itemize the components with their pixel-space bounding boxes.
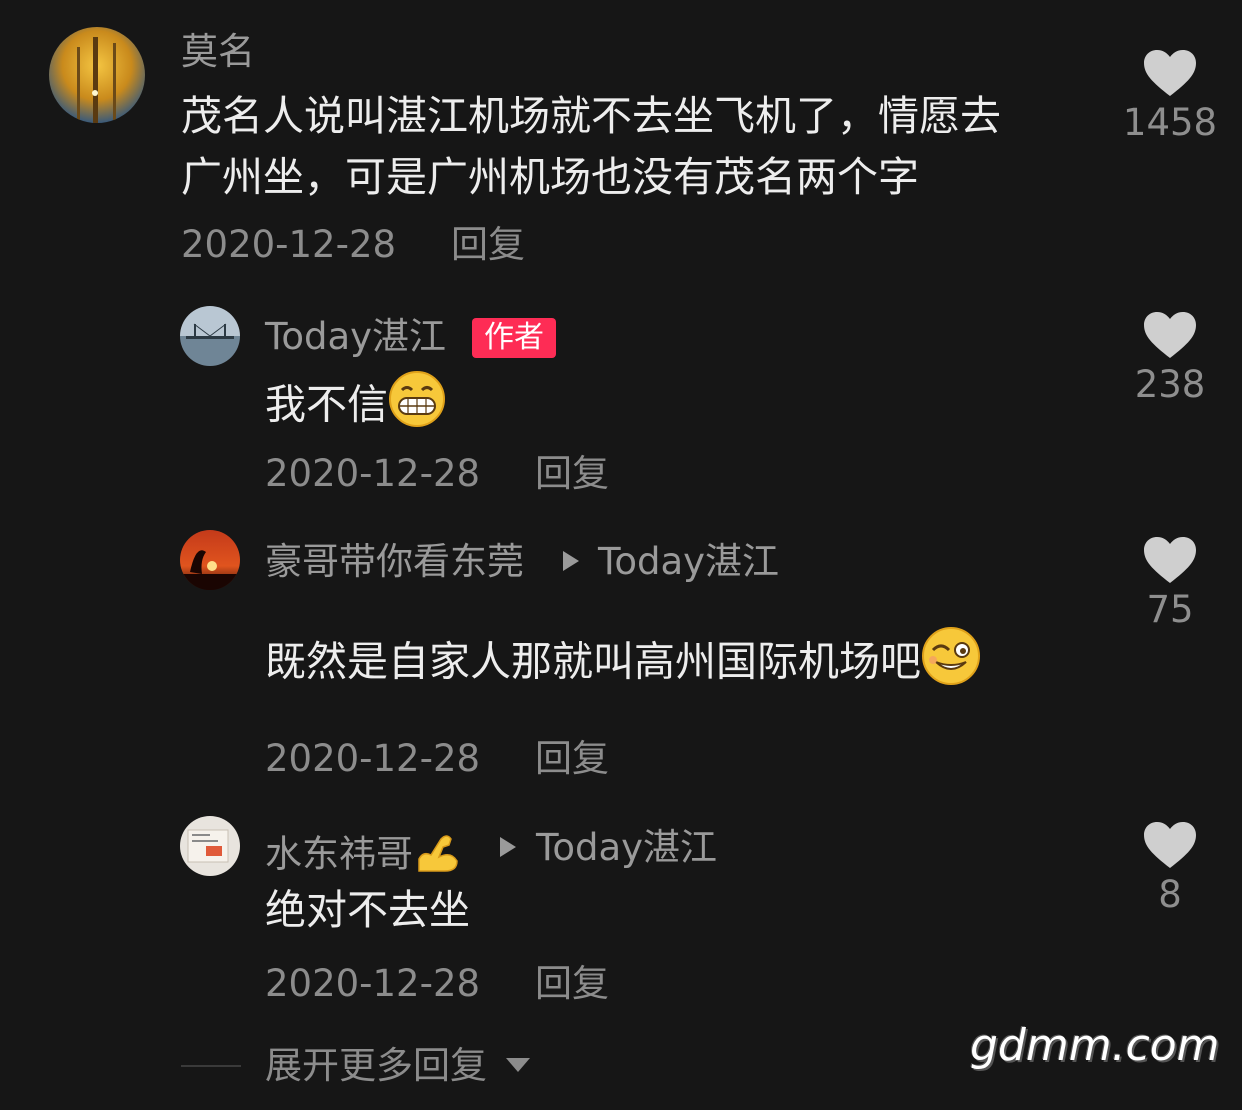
comment-text-content: 我不信 <box>265 380 388 429</box>
expand-divider <box>181 1065 241 1067</box>
comment-username[interactable]: 豪哥带你看东莞 <box>265 543 524 580</box>
comment-username-text: 水东祎哥 <box>265 832 413 876</box>
reply-button[interactable]: 回复 <box>535 740 609 777</box>
expand-more-replies-button[interactable]: 展开更多回复 <box>265 1047 487 1084</box>
comment-text-line: 茂名人说叫湛江机场就不去坐飞机了，情愿去 <box>181 92 1001 140</box>
author-badge: 作者 <box>472 318 556 358</box>
heart-icon <box>1144 537 1196 583</box>
like-count: 238 <box>1134 363 1206 406</box>
play-arrow-icon <box>563 551 579 571</box>
comment-text: 既然是自家人那就叫高州国际机场吧 <box>265 626 981 703</box>
heart-icon <box>1144 50 1196 96</box>
comment-date: 2020-12-28 <box>265 737 481 780</box>
like-button[interactable]: 75 <box>1110 535 1230 628</box>
comment-text-line: 广州坐，可是广州机场也没有茂名两个字 <box>181 153 919 201</box>
comment-username[interactable]: 水东祎哥 <box>265 829 461 883</box>
reply-to-username[interactable]: Today湛江 <box>598 543 779 580</box>
heart-icon <box>1144 822 1196 868</box>
like-count: 75 <box>1146 588 1194 631</box>
comment-text: 我不信 <box>265 370 446 445</box>
avatar[interactable] <box>180 530 240 590</box>
watermark: gdmm.com <box>970 1020 1220 1071</box>
reply-button[interactable]: 回复 <box>451 226 525 263</box>
like-button[interactable]: 1458 <box>1110 48 1230 141</box>
play-arrow-icon <box>500 837 516 857</box>
avatar[interactable] <box>180 306 240 366</box>
like-button[interactable]: 238 <box>1110 310 1230 403</box>
caret-down-icon[interactable] <box>506 1058 530 1072</box>
comment-text-content: 绝对不去坐 <box>265 886 470 934</box>
comment-text: 绝对不去坐 <box>265 880 470 941</box>
avatar[interactable] <box>49 27 145 123</box>
comment-date: 2020-12-28 <box>265 962 481 1005</box>
reply-button[interactable]: 回复 <box>535 965 609 1002</box>
comment-date: 2020-12-28 <box>265 452 481 495</box>
like-button[interactable]: 8 <box>1110 820 1230 913</box>
like-count: 1458 <box>1122 101 1218 144</box>
comment-username[interactable]: Today湛江 <box>265 318 446 355</box>
like-count: 8 <box>1158 873 1182 916</box>
comment-username[interactable]: 莫名 <box>181 33 255 70</box>
reply-button[interactable]: 回复 <box>535 455 609 492</box>
comment-text-content: 既然是自家人那就叫高州国际机场吧 <box>265 637 921 686</box>
grin-emoji-icon <box>388 370 446 445</box>
wink-emoji-icon <box>921 626 981 703</box>
comment-text: 茂名人说叫湛江机场就不去坐飞机了，情愿去 广州坐，可是广州机场也没有茂名两个字 <box>181 86 1001 208</box>
flexed-biceps-icon <box>413 829 461 883</box>
heart-icon <box>1144 312 1196 358</box>
comment-date: 2020-12-28 <box>181 223 397 266</box>
reply-to-username[interactable]: Today湛江 <box>536 829 717 866</box>
avatar[interactable] <box>180 816 240 876</box>
